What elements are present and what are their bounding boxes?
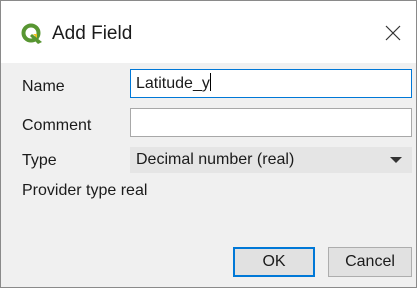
type-select-value: Decimal number (real): [136, 151, 295, 168]
add-field-dialog: Add Field Name Latitude_y Comment Type D…: [0, 0, 417, 288]
close-icon: [385, 25, 401, 41]
close-button[interactable]: [378, 18, 408, 48]
chevron-down-icon: [390, 157, 402, 163]
text-caret: [209, 73, 211, 91]
comment-field[interactable]: [130, 108, 412, 137]
cancel-button[interactable]: Cancel: [328, 247, 412, 277]
qgis-logo-icon: [21, 23, 43, 45]
name-label: Name: [22, 78, 65, 95]
comment-label: Comment: [22, 117, 92, 134]
provider-type-text: Provider type real: [22, 182, 148, 199]
type-label: Type: [22, 152, 57, 169]
dialog-title: Add Field: [52, 23, 133, 44]
ok-button[interactable]: OK: [233, 247, 315, 277]
name-field[interactable]: Latitude_y: [130, 69, 412, 98]
title-bar: Add Field: [1, 1, 416, 63]
type-select[interactable]: Decimal number (real): [130, 147, 412, 173]
name-field-value: Latitude_y: [136, 75, 210, 92]
